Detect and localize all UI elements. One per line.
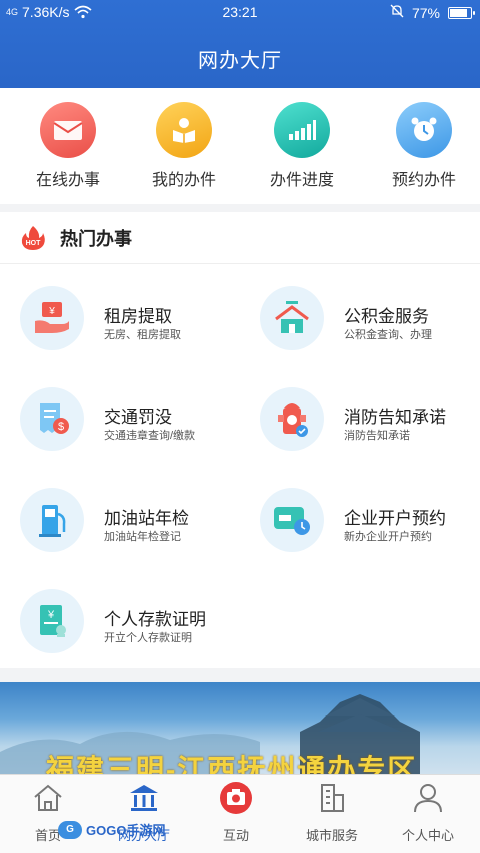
hot-badge-text: HOT (26, 240, 42, 247)
person-icon (411, 781, 445, 815)
quick-actions: 在线办事 我的办件 办件进度 预约办件 (0, 88, 480, 204)
nav-label: 个人中心 (401, 828, 454, 843)
hot-fire-icon: HOT (20, 225, 46, 251)
hot-services-section: HOT 热门办事 ¥ 租房提取 无房、租房提取 公积金服务 公积金查询、办理 $… (0, 212, 480, 668)
quick-action-online[interactable]: 在线办事 (8, 102, 128, 190)
banner-title: 福建三明-江西抚州通办专区 (46, 754, 418, 774)
svg-text:¥: ¥ (48, 306, 55, 317)
quick-action-progress[interactable]: 办件进度 (242, 102, 362, 190)
page-title: 网办大厅 (198, 50, 282, 72)
service-desc: 交通违章查询/缴款 (104, 430, 196, 442)
deposit-certificate-icon: ¥ (20, 589, 84, 653)
service-desc: 开立个人存款证明 (104, 632, 192, 644)
service-desc: 加油站年检登记 (104, 531, 181, 543)
nav-label: 城市服务 (305, 828, 358, 843)
gas-station-icon (20, 488, 84, 552)
service-desc: 无房、租房提取 (104, 329, 181, 341)
nav-label: 互动 (222, 828, 249, 843)
service-rent-withdraw[interactable]: ¥ 租房提取 无房、租房提取 (0, 268, 240, 368)
svg-text:¥: ¥ (47, 609, 55, 621)
top-bar: 4G 7.36K/s 23:21 77% 网办大厅 (0, 0, 480, 88)
bank-card-clock-icon (260, 488, 324, 552)
service-housing-fund[interactable]: 公积金服务 公积金查询、办理 (240, 268, 480, 368)
bottom-nav: 首页 网办大厅 互动 城市服务 个人中心 (0, 774, 480, 853)
service-enterprise-account[interactable]: 企业开户预约 新办企业开户预约 (240, 470, 480, 570)
alarm-clock-icon (396, 102, 452, 158)
watermark-logo: G (58, 820, 82, 839)
service-name: 公积金服务 (344, 307, 429, 326)
battery-percent: 77% (411, 4, 440, 21)
rent-withdraw-icon: ¥ (20, 286, 84, 350)
battery-icon (448, 6, 475, 19)
camera-icon (219, 781, 253, 815)
service-name: 交通罚没 (104, 408, 172, 427)
status-bar: 4G 7.36K/s 23:21 77% (0, 0, 480, 26)
service-name: 租房提取 (104, 307, 172, 326)
quick-action-reserve[interactable]: 预约办件 (364, 102, 480, 190)
watermark: G GOGO手游网 (58, 820, 165, 839)
envelope-icon (40, 102, 96, 158)
house-fund-icon (260, 286, 324, 350)
quick-action-my-items[interactable]: 我的办件 (124, 102, 244, 190)
section-title: 热门办事 (60, 228, 132, 249)
service-desc: 公积金查询、办理 (344, 329, 432, 341)
hot-section-header: HOT 热门办事 (0, 212, 480, 264)
traffic-fine-icon: $ (20, 387, 84, 451)
bar-progress-icon (274, 102, 330, 158)
city-building-icon (315, 781, 349, 815)
quick-action-label: 我的办件 (151, 172, 216, 189)
fire-hydrant-icon (260, 387, 324, 451)
service-gas-station[interactable]: 加油站年检 加油站年检登记 (0, 470, 240, 570)
watermark-text: GOGO手游网 (86, 823, 166, 838)
nav-city-service[interactable]: 城市服务 (284, 781, 380, 844)
hall-icon (127, 781, 161, 815)
service-name: 企业开户预约 (344, 509, 446, 528)
quick-action-label: 预约办件 (391, 172, 456, 189)
nav-profile[interactable]: 个人中心 (380, 781, 476, 844)
service-traffic-fine[interactable]: $ 交通罚没 交通违章查询/缴款 (0, 369, 240, 469)
service-desc: 新办企业开户预约 (344, 531, 432, 543)
quick-action-label: 在线办事 (35, 172, 100, 189)
home-icon (31, 781, 65, 815)
service-name: 消防告知承诺 (344, 408, 446, 427)
service-name: 个人存款证明 (104, 610, 206, 629)
promo-banner[interactable]: 福建三明-江西抚州通办专区 (0, 682, 480, 774)
service-fire-commitment[interactable]: 消防告知承诺 消防告知承诺 (240, 369, 480, 469)
service-desc: 消防告知承诺 (344, 430, 410, 442)
service-deposit-certificate[interactable]: ¥ 个人存款证明 开立个人存款证明 (0, 571, 240, 671)
reading-person-icon (156, 102, 212, 158)
nav-interact[interactable]: 互动 (188, 781, 284, 844)
mute-bell-icon (390, 4, 404, 21)
svg-text:$: $ (58, 421, 64, 433)
service-name: 加油站年检 (104, 509, 189, 528)
quick-action-label: 办件进度 (269, 172, 334, 189)
